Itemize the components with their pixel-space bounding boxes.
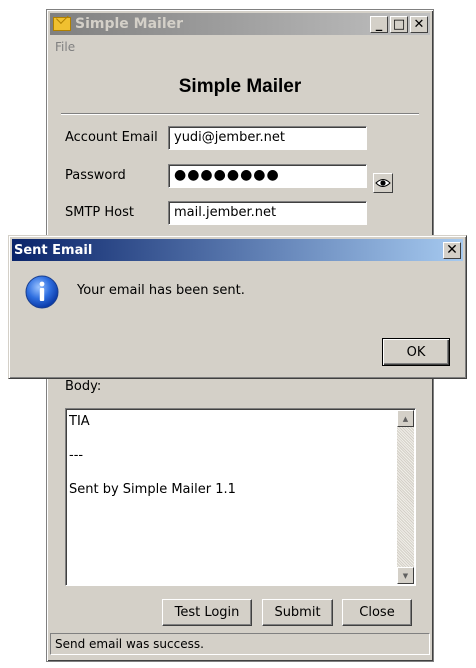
test-login-button[interactable]: Test Login <box>162 599 252 626</box>
close-window-button[interactable]: ✕ <box>410 15 428 33</box>
body-line <box>69 464 236 481</box>
body-textarea[interactable]: TIA --- Sent by Simple Mailer 1.1 ▲ ▼ <box>65 408 416 586</box>
status-bar: Send email was success. <box>50 633 430 655</box>
dialog-close-button[interactable]: ✕ <box>443 241 461 259</box>
submit-button[interactable]: Submit <box>262 599 333 626</box>
scroll-down-icon[interactable]: ▼ <box>397 567 414 584</box>
password-label: Password <box>65 168 126 183</box>
smtp-host-label: SMTP Host <box>65 205 134 220</box>
account-email-field[interactable]: yudi@jember.net <box>168 126 367 150</box>
menu-file[interactable]: File <box>55 40 75 58</box>
body-line: TIA <box>69 414 90 429</box>
dialog-title-bar[interactable]: Sent Email ✕ <box>12 239 463 261</box>
body-scrollbar[interactable]: ▲ ▼ <box>397 410 414 584</box>
show-password-button[interactable] <box>373 173 393 193</box>
separator <box>61 113 419 115</box>
body-line: --- <box>69 448 84 463</box>
account-email-label: Account Email <box>65 130 158 145</box>
password-field[interactable]: ●●●●●●●● <box>168 164 367 188</box>
minimize-button[interactable]: _ <box>370 15 388 33</box>
dialog-message: Your email has been sent. <box>77 283 245 298</box>
eye-icon <box>375 179 391 187</box>
body-label: Body: <box>65 379 102 394</box>
dialog-title: Sent Email <box>14 242 93 258</box>
sent-email-dialog: Sent Email ✕ Your email has been sent. O… <box>8 235 467 379</box>
close-button[interactable]: Close <box>342 599 412 626</box>
maximize-button[interactable]: □ <box>390 15 408 33</box>
scroll-up-icon[interactable]: ▲ <box>397 410 414 427</box>
app-heading: Simple Mailer <box>178 76 302 97</box>
body-line: Sent by Simple Mailer 1.1 <box>69 482 236 497</box>
ok-button[interactable]: OK <box>382 338 450 366</box>
envelope-icon <box>53 17 71 31</box>
title-bar[interactable]: Simple Mailer _ □ ✕ <box>50 13 430 35</box>
smtp-host-field[interactable]: mail.jember.net <box>168 201 367 225</box>
info-icon <box>25 275 59 309</box>
body-line <box>69 430 236 447</box>
window-title: Simple Mailer <box>75 16 184 32</box>
